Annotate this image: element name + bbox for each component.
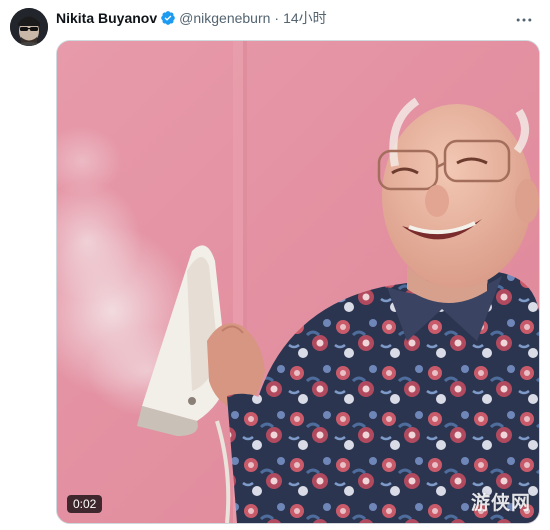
avatar[interactable] <box>10 8 48 46</box>
tweet-header: Nikita Buyanov @nikgeneburn · 14小时 <box>56 9 327 27</box>
video-frame <box>57 41 539 523</box>
separator-dot: · <box>274 10 280 26</box>
author-display-name[interactable]: Nikita Buyanov <box>56 9 157 27</box>
tweet-timestamp[interactable]: 14小时 <box>283 9 327 27</box>
watermark-logo: 游侠网 <box>470 492 531 514</box>
video-player[interactable]: 0:02 游侠网 <box>56 40 540 524</box>
video-duration-badge: 0:02 <box>67 495 103 513</box>
author-handle[interactable]: @nikgeneburn <box>179 9 270 27</box>
more-horizontal-icon <box>516 18 532 22</box>
more-options-button[interactable] <box>512 8 536 32</box>
verified-badge-icon <box>160 10 176 26</box>
